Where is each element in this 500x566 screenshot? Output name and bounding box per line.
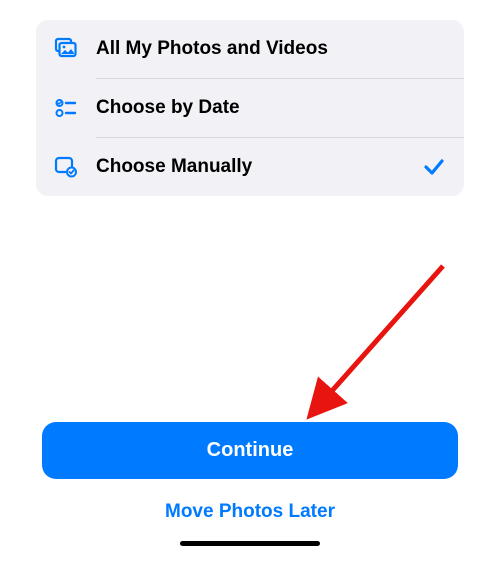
option-by-date[interactable]: Choose by Date — [36, 79, 464, 137]
option-label: All My Photos and Videos — [96, 38, 448, 60]
move-later-button[interactable]: Move Photos Later — [42, 479, 458, 541]
checkmark-icon — [420, 153, 448, 181]
photos-icon — [52, 35, 80, 63]
home-indicator — [180, 541, 320, 546]
option-all-photos[interactable]: All My Photos and Videos — [36, 20, 464, 78]
option-label: Choose by Date — [96, 97, 448, 119]
arrow-annotation-icon — [303, 261, 453, 426]
select-manual-icon — [52, 153, 80, 181]
option-manually[interactable]: Choose Manually — [36, 138, 464, 196]
options-card: All My Photos and Videos Choose by Date … — [36, 20, 464, 196]
continue-button[interactable]: Continue — [42, 422, 458, 479]
option-label: Choose Manually — [96, 156, 420, 178]
list-check-icon — [52, 94, 80, 122]
bottom-section: Continue Move Photos Later — [0, 422, 500, 566]
